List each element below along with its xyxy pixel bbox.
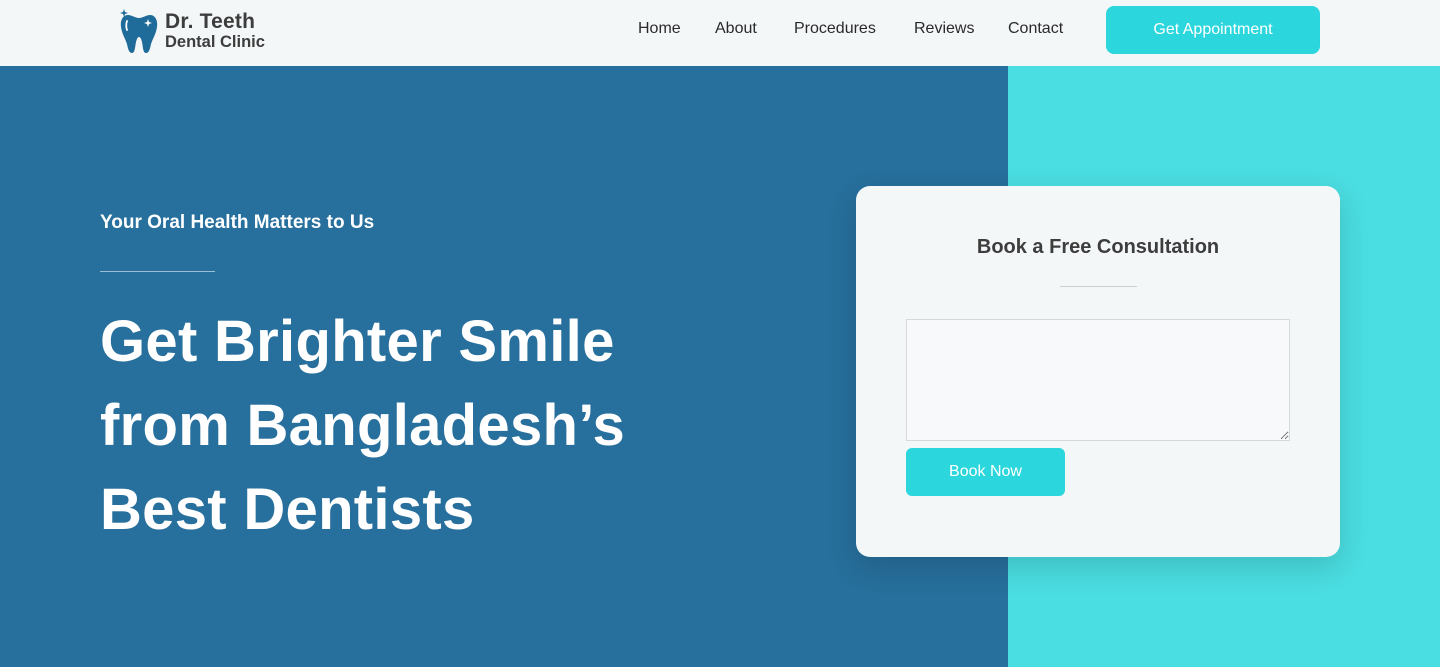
logo-title: Dr. Teeth: [165, 10, 256, 34]
book-now-button[interactable]: Book Now: [906, 448, 1065, 496]
nav-reviews[interactable]: Reviews: [914, 20, 974, 38]
nav-home[interactable]: Home: [638, 20, 681, 38]
logo-subtitle: Dental Clinic: [165, 33, 265, 52]
headline-line-3: Best Dentists: [100, 477, 475, 542]
nav-about[interactable]: About: [715, 20, 757, 38]
consultation-divider: [1060, 286, 1137, 287]
consultation-message-field[interactable]: [906, 319, 1290, 441]
tooth-icon: [120, 9, 158, 53]
get-appointment-button[interactable]: Get Appointment: [1106, 6, 1320, 54]
tagline-divider: [100, 271, 215, 272]
consultation-card: Book a Free Consultation Book Now: [856, 186, 1340, 557]
nav-contact[interactable]: Contact: [1008, 20, 1063, 38]
headline-line-1: Get Brighter Smile: [100, 309, 615, 374]
hero-tagline: Your Oral Health Matters to Us: [100, 212, 375, 233]
consultation-title: Book a Free Consultation: [976, 236, 1220, 258]
hero-headline: Get Brighter Smile from Bangladesh’s Bes…: [100, 300, 820, 552]
site-header: Dr. Teeth Dental Clinic Home About Proce…: [0, 0, 1440, 66]
headline-line-2: from Bangladesh’s: [100, 393, 626, 458]
nav-procedures[interactable]: Procedures: [794, 20, 876, 38]
logo[interactable]: Dr. Teeth Dental Clinic: [119, 8, 265, 54]
